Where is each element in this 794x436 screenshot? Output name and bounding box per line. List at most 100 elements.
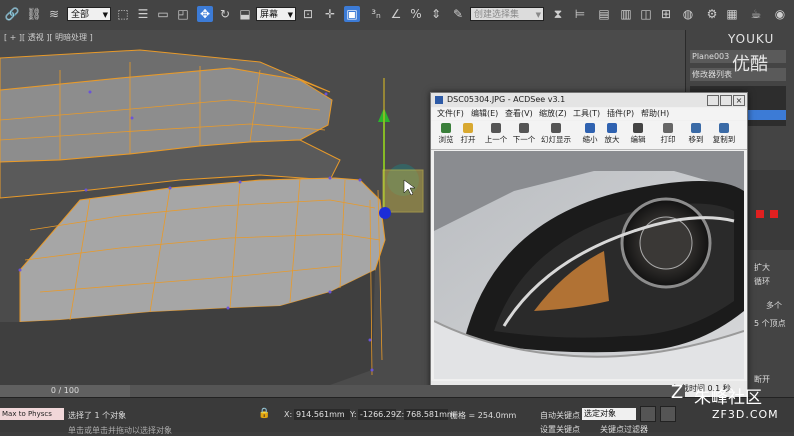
- loop-button[interactable]: 循环: [754, 276, 770, 287]
- schematic-view-icon[interactable]: ⊞: [658, 6, 674, 22]
- selected-count-text: 5 个顶点: [754, 319, 786, 328]
- graphite-tools-icon[interactable]: ▥: [618, 6, 634, 22]
- time-slider[interactable]: 0 / 100: [0, 385, 685, 397]
- zoom-out-button[interactable]: 缩小: [579, 123, 601, 145]
- multi-option[interactable]: 多个: [766, 300, 782, 311]
- active-shade-icon[interactable]: ◉: [772, 6, 788, 22]
- mirror-icon[interactable]: ⧗: [550, 6, 566, 22]
- scale-icon[interactable]: ⬓: [237, 6, 253, 22]
- angle-snap-icon[interactable]: ∠: [388, 6, 404, 22]
- menu-help[interactable]: 帮助(H): [641, 108, 669, 120]
- render-frame-icon[interactable]: ▦: [724, 6, 740, 22]
- selection-status: 选择了 1 个对象: [68, 411, 127, 420]
- key-filters-button[interactable]: 关键点过滤器: [600, 424, 648, 435]
- edit-button[interactable]: 编辑: [627, 123, 649, 145]
- spinner-snap-icon[interactable]: ⇕: [428, 6, 444, 22]
- copy-to-button[interactable]: 复制到: [709, 123, 739, 145]
- menu-tools[interactable]: 工具(T): [573, 108, 600, 120]
- acdsee-title: DSC05304.JPG - ACDSee v3.1: [447, 95, 566, 104]
- auto-key-button[interactable]: 自动关键点: [540, 410, 580, 421]
- acdsee-window[interactable]: DSC05304.JPG - ACDSee v3.1 × 文件(F) 编辑(E)…: [430, 92, 748, 398]
- expand-button[interactable]: 扩大: [754, 262, 770, 273]
- acdsee-toolbar: 浏览 打开 上一个 下一个 幻灯显示 缩小 放大 编辑 打印 移到 复制到: [431, 121, 747, 150]
- zoom-out-icon: [585, 123, 595, 133]
- headlight-photo-illustration: [434, 151, 744, 379]
- edit-label: 编辑: [630, 135, 646, 144]
- snap-icon[interactable]: ³ₙ: [368, 6, 384, 22]
- play-icon[interactable]: [660, 406, 676, 422]
- move-to-button[interactable]: 移到: [685, 123, 707, 145]
- acdsee-app-icon: [435, 96, 443, 104]
- copy-to-label: 复制到: [712, 135, 736, 144]
- minimize-icon[interactable]: [707, 95, 719, 106]
- zoom-in-icon: [607, 123, 617, 133]
- menu-file[interactable]: 文件(F): [437, 108, 464, 120]
- open-label: 打开: [460, 135, 476, 144]
- browse-icon: [441, 123, 451, 133]
- acdsee-menubar: 文件(F) 编辑(E) 查看(V) 缩放(Z) 工具(T) 插件(P) 帮助(H…: [431, 108, 747, 120]
- headlight-photo: [434, 151, 744, 379]
- keyboard-shortcut-icon[interactable]: ▣: [344, 6, 360, 22]
- previous-button[interactable]: 上一个: [483, 123, 509, 145]
- print-button[interactable]: 打印: [657, 123, 679, 145]
- slideshow-button[interactable]: 幻灯显示: [539, 123, 573, 145]
- unlink-icon[interactable]: ⛓: [26, 6, 42, 22]
- youku-watermark-cn: 优酷: [732, 54, 768, 75]
- rect-selection-icon[interactable]: ▭: [155, 6, 171, 22]
- material-editor-icon[interactable]: ◍: [680, 6, 696, 22]
- layer-manager-icon[interactable]: ▤: [596, 6, 612, 22]
- coord-z-field[interactable]: 768.581mm: [404, 409, 455, 420]
- maximize-icon[interactable]: [720, 95, 732, 106]
- edit-named-selection-icon[interactable]: ✎: [450, 6, 466, 22]
- select-object-icon[interactable]: ⬚: [115, 6, 131, 22]
- vertex-mode-icon[interactable]: [756, 210, 764, 218]
- close-icon[interactable]: ×: [733, 95, 745, 106]
- browse-button[interactable]: 浏览: [435, 123, 457, 145]
- render-icon[interactable]: ☕: [748, 6, 764, 22]
- menu-view[interactable]: 查看(V): [505, 108, 533, 120]
- render-setup-icon[interactable]: ⚙: [704, 6, 720, 22]
- bind-spacewarp-icon[interactable]: ≋: [46, 6, 62, 22]
- curve-editor-icon[interactable]: ◫: [638, 6, 654, 22]
- lock-selection-icon[interactable]: 🔒: [258, 409, 270, 419]
- menu-edit[interactable]: 编辑(E): [471, 108, 498, 120]
- align-icon[interactable]: ⊨: [572, 6, 588, 22]
- menu-zoom[interactable]: 缩放(Z): [539, 108, 567, 120]
- select-manipulate-icon[interactable]: ✛: [322, 6, 338, 22]
- link-icon[interactable]: 🔗: [4, 6, 20, 22]
- pivot-icon[interactable]: ⊡: [300, 6, 316, 22]
- zoom-out-label: 缩小: [582, 135, 598, 144]
- key-mode-dropdown[interactable]: 选定对象: [582, 408, 636, 420]
- zoom-in-label: 放大: [604, 135, 620, 144]
- next-button[interactable]: 下一个: [511, 123, 537, 145]
- previous-icon: [491, 123, 501, 133]
- main-toolbar: 🔗 ⛓ ≋ 全部 ▼ ⬚ ☰ ▭ ◰ ✥ ↻ ⬓ 屏幕 ▼ ⊡ ✛ ▣ ³ₙ ∠ %…: [0, 0, 794, 31]
- move-to-icon: [691, 123, 701, 133]
- zoom-in-button[interactable]: 放大: [601, 123, 623, 145]
- youku-watermark-en: YOUKU: [728, 32, 775, 46]
- menu-plugins[interactable]: 插件(P): [607, 108, 634, 120]
- maxscript-listener[interactable]: Max to Physcs: [0, 408, 64, 420]
- acdsee-titlebar[interactable]: DSC05304.JPG - ACDSee v3.1 ×: [431, 93, 747, 107]
- edge-mode-icon[interactable]: [770, 210, 778, 218]
- coord-z-label: Z:: [396, 410, 405, 419]
- open-button[interactable]: 打开: [457, 123, 479, 145]
- print-label: 打印: [660, 135, 676, 144]
- window-crossing-icon[interactable]: ◰: [175, 6, 191, 22]
- time-slider-thumb[interactable]: 0 / 100: [0, 385, 130, 397]
- select-by-name-icon[interactable]: ☰: [135, 6, 151, 22]
- move-icon[interactable]: ✥: [197, 6, 213, 22]
- slideshow-icon: [551, 123, 561, 133]
- open-folder-icon: [463, 123, 473, 133]
- reference-coord-dropdown[interactable]: 屏幕 ▼: [256, 7, 296, 21]
- previous-label: 上一个: [484, 135, 508, 144]
- rotate-icon[interactable]: ↻: [217, 6, 233, 22]
- selection-filter-dropdown[interactable]: 全部 ▼: [67, 7, 111, 21]
- coord-y-field[interactable]: -1266.296: [358, 409, 396, 420]
- set-key-button[interactable]: 设置关键点: [540, 424, 580, 435]
- percent-snap-icon[interactable]: %: [408, 6, 424, 22]
- viewport-label[interactable]: [ + ][ 透视 ][ 明暗处理 ]: [4, 32, 93, 43]
- set-key-icon[interactable]: [640, 406, 656, 422]
- coord-x-field[interactable]: 914.561mm: [294, 409, 350, 420]
- named-selection-dropdown[interactable]: 创建选择集 ▼: [470, 7, 544, 21]
